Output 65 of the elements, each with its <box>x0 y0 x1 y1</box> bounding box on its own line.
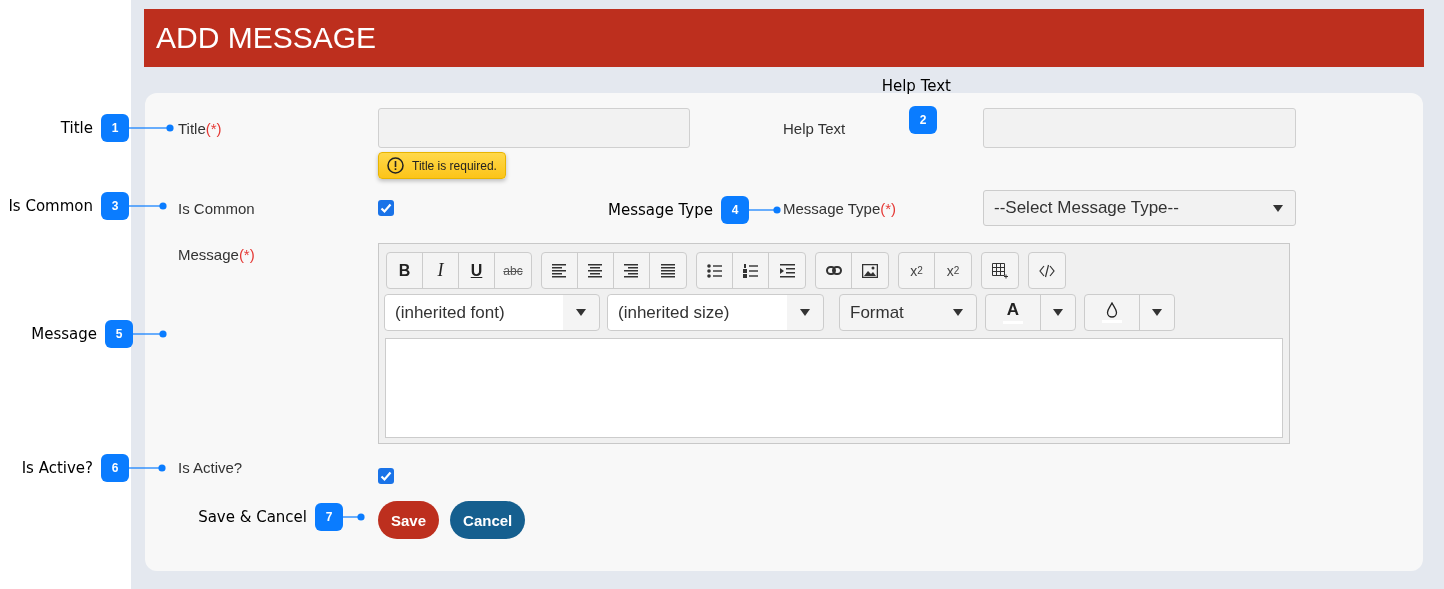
leader-line <box>129 124 174 132</box>
background-color-dropdown[interactable] <box>1084 294 1175 331</box>
leader-line <box>749 206 781 214</box>
callout-number: 1 <box>101 114 129 142</box>
caret-icon <box>1152 309 1162 316</box>
callout-number: 5 <box>105 320 133 348</box>
callout-label: Is Common <box>8 197 93 215</box>
caret-icon <box>1053 309 1063 316</box>
field-label: Is Common <box>178 199 255 217</box>
field-label: Help Text <box>783 119 846 137</box>
bold-button[interactable]: B <box>387 253 423 288</box>
leader-line <box>133 330 167 338</box>
size-dropdown[interactable]: (inherited size) <box>607 294 824 331</box>
field-label: Title(*) <box>178 119 222 137</box>
cancel-button[interactable]: Cancel <box>450 501 526 539</box>
callout-label: Message <box>31 325 97 343</box>
format-dropdown[interactable]: Format <box>839 294 977 331</box>
indent-icon <box>779 263 795 278</box>
save-button[interactable]: Save <box>378 501 440 539</box>
caret-icon <box>576 309 586 316</box>
align-center-icon <box>588 263 603 278</box>
callout-number: 4 <box>721 196 749 224</box>
caret-icon <box>800 309 810 316</box>
font-dropdown[interactable]: (inherited font) <box>384 294 600 331</box>
align-right-icon <box>624 263 639 278</box>
table-button[interactable] <box>981 252 1019 289</box>
leader-line <box>129 202 167 210</box>
italic-button[interactable]: I <box>423 253 459 288</box>
image-icon <box>862 263 878 278</box>
callout-label: Is Active? <box>21 459 93 477</box>
callout-label: Save & Cancel <box>198 508 307 526</box>
checkbox[interactable] <box>378 200 394 216</box>
leader-line <box>343 513 365 521</box>
callout-number: 3 <box>101 192 129 220</box>
code-icon <box>1039 263 1055 278</box>
justify-icon <box>660 263 676 278</box>
bullet-list-icon <box>707 263 722 278</box>
table-icon <box>992 262 1008 279</box>
numbered-list-icon <box>743 263 758 278</box>
align-left-icon <box>552 263 567 278</box>
warning-icon <box>387 157 404 174</box>
validation-tooltip: Title is required. <box>378 152 506 179</box>
callout-number: 6 <box>101 454 129 482</box>
code-view-button[interactable] <box>1028 252 1066 289</box>
callout-label: Help Text <box>881 77 951 95</box>
field-label: Message Type(*) <box>783 199 897 217</box>
callout-label: Title <box>60 119 93 137</box>
underline-button[interactable]: U <box>459 253 495 288</box>
leader-line <box>129 464 166 472</box>
field-label: Is Active? <box>178 459 243 476</box>
callout-label: Message Type <box>608 201 713 219</box>
message-type-dropdown[interactable]: --Select Message Type-- <box>983 190 1296 226</box>
drop-icon <box>1106 302 1118 318</box>
checkbox[interactable] <box>378 468 394 484</box>
caret-icon <box>1273 204 1283 212</box>
title-input[interactable] <box>378 108 690 148</box>
help-text-input[interactable] <box>983 108 1296 148</box>
caret-icon <box>953 309 963 316</box>
page-title: ADD MESSAGE <box>156 21 377 55</box>
font-color-dropdown[interactable]: A <box>985 294 1076 331</box>
strikethrough-button[interactable]: abc <box>495 253 531 288</box>
field-label: Message(*) <box>178 246 255 263</box>
callout-number: 7 <box>315 503 343 531</box>
callout-number: 2 <box>909 106 937 134</box>
link-icon <box>825 263 842 278</box>
